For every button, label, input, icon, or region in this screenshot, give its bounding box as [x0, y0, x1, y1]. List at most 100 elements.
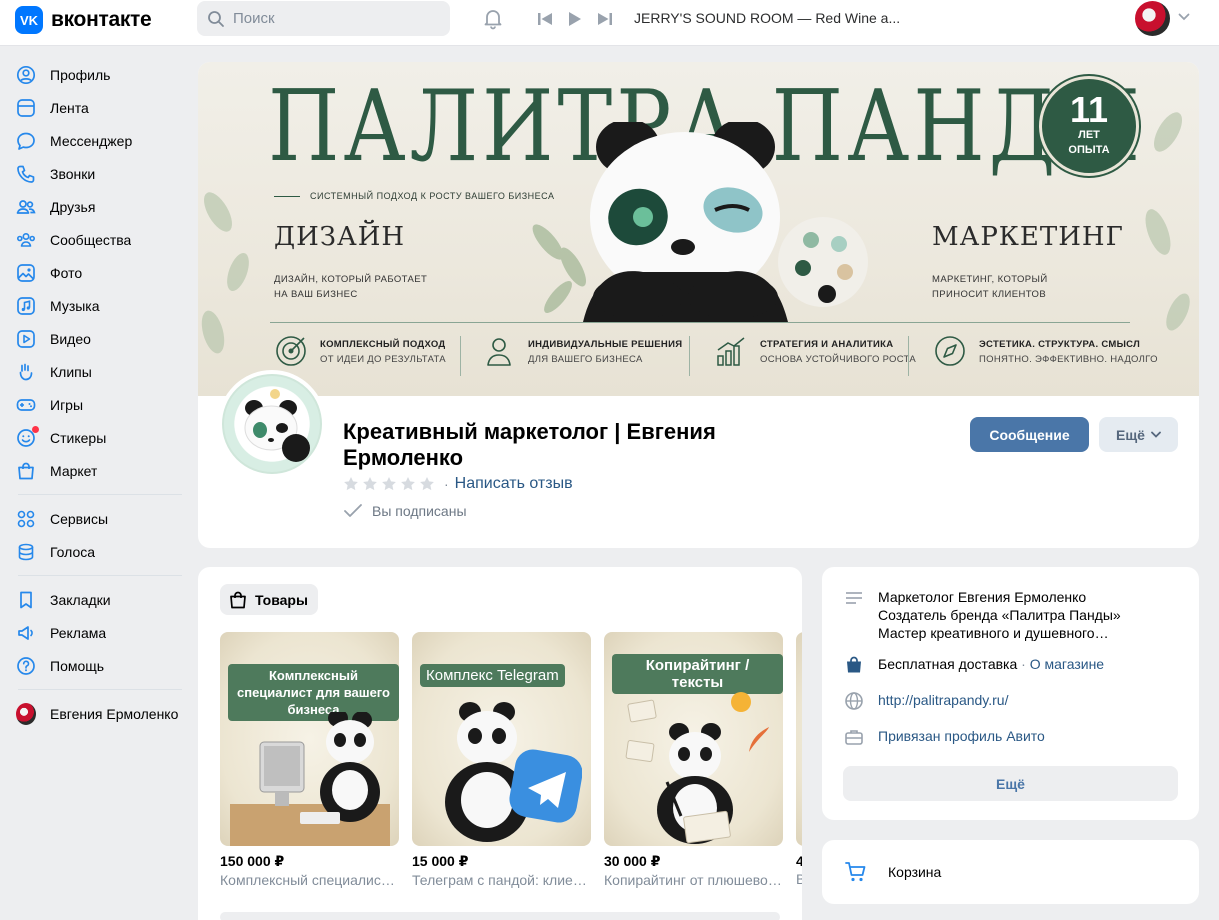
product-card[interactable]: Комплекс Telegram 15 000 ₽ Телеграм с па…	[412, 632, 591, 888]
sidebar-item-help[interactable]: Помощь	[16, 649, 186, 682]
info-delivery-row: Бесплатная доставка · О магазине	[844, 655, 1104, 675]
product-image[interactable]: Копирайтинг / тексты	[604, 632, 783, 846]
briefcase-icon	[845, 730, 863, 745]
chevron-down-icon[interactable]	[1178, 13, 1190, 21]
search-input[interactable]	[233, 10, 433, 27]
person-icon	[487, 338, 511, 366]
left-sidebar: Профиль Лента Мессенджер Звонки Друзья С…	[16, 58, 186, 730]
sidebar-item-communities[interactable]: Сообщества	[16, 223, 186, 256]
panda-illustration	[583, 122, 868, 322]
vk-logo[interactable]: VK вконтакте	[15, 6, 152, 34]
write-review-link[interactable]: Написать отзыв	[455, 475, 573, 493]
star-icon[interactable]	[381, 476, 397, 492]
help-icon	[16, 656, 36, 676]
product-title[interactable]: Комплексный специалист для вашего бизнес…	[220, 872, 399, 888]
cover-subtitle: СИСТЕМНЫЙ ПОДХОД К РОСТУ ВАШЕГО БИЗНЕСА	[274, 191, 554, 201]
services-icon	[16, 509, 36, 529]
clips-icon	[16, 362, 36, 382]
product-card[interactable]: Комплексный специалист для вашего бизнес…	[220, 632, 399, 888]
cart-block[interactable]: Корзина	[822, 840, 1199, 904]
sidebar-item-votes[interactable]: Голоса	[16, 535, 186, 568]
vk-logo-icon: VK	[15, 6, 43, 34]
play-icon[interactable]	[565, 9, 585, 29]
new-badge-dot	[32, 425, 39, 433]
sidebar-item-services[interactable]: Сервисы	[16, 502, 186, 535]
sidebar-item-video[interactable]: Видео	[16, 322, 186, 355]
music-icon	[16, 296, 36, 316]
product-tag: Копирайтинг / тексты	[612, 654, 783, 694]
chevron-down-icon	[1151, 431, 1161, 438]
star-icon[interactable]	[400, 476, 416, 492]
sidebar-item-games[interactable]: Игры	[16, 388, 186, 421]
products-block: Товары Комплексный специалист для вашего…	[198, 567, 802, 920]
avito-profile-link[interactable]: Привязан профиль Авито	[878, 727, 1045, 745]
user-avatar[interactable]	[1135, 1, 1170, 36]
sidebar-item-clips[interactable]: Клипы	[16, 355, 186, 388]
sidebar-item-messenger[interactable]: Мессенджер	[16, 124, 186, 157]
feature-strategy-analytics: СТРАТЕГИЯ И АНАЛИТИКА ОСНОВА УСТОЙЧИВОГО …	[714, 334, 916, 368]
info-about-text: Маркетолог Евгения Ермоленко Создатель б…	[878, 589, 1121, 641]
info-avito-row: Привязан профиль Авито	[844, 727, 1045, 747]
star-icon[interactable]	[419, 476, 435, 492]
profile-header-card: ПАЛИТРА ПАНДЫ СИСТЕМНЫЙ ПОДХОД К РОСТУ В…	[198, 62, 1199, 548]
website-link[interactable]: http://palitrapandy.ru/	[878, 691, 1008, 709]
shopping-bag-icon	[847, 656, 861, 673]
sidebar-item-music[interactable]: Музыка	[16, 289, 186, 322]
feature-divider	[689, 336, 690, 376]
product-card[interactable]: 4 В	[796, 632, 802, 887]
sidebar-item-calls[interactable]: Звонки	[16, 157, 186, 190]
sidebar-item-profile[interactable]: Профиль	[16, 58, 186, 91]
chat-icon	[16, 131, 36, 151]
experience-badge: 11 ЛЕТ ОПЫТА	[1039, 76, 1139, 176]
next-track-icon[interactable]	[595, 9, 615, 29]
message-button[interactable]: Сообщение	[970, 417, 1089, 452]
community-name: Креативный маркетолог | Евгения Ермоленк…	[343, 419, 716, 470]
cover-left-text: ДИЗАЙН, КОТОРЫЙ РАБОТАЕТ НА ВАШ БИЗНЕС	[274, 274, 428, 300]
phone-icon	[16, 164, 36, 184]
notifications-bell-icon[interactable]	[481, 6, 505, 30]
leaves-decoration	[201, 192, 249, 354]
globe-icon	[845, 692, 863, 710]
product-image[interactable]	[796, 632, 802, 846]
now-playing-track[interactable]: JERRY'S SOUND ROOM — Red Wine a...	[634, 10, 900, 26]
sidebar-item-label: Игры	[50, 396, 84, 413]
product-title[interactable]: Копирайтинг от плюшевой панды	[604, 872, 783, 888]
sidebar-item-feed[interactable]: Лента	[16, 91, 186, 124]
sidebar-item-label: Лента	[50, 99, 89, 116]
user-icon	[16, 65, 36, 85]
chart-growth-icon	[717, 337, 745, 366]
info-more-button[interactable]: Ещё	[843, 766, 1178, 801]
sidebar-user-name: Евгения Ермоленко	[50, 705, 179, 722]
sidebar-item-bookmarks[interactable]: Закладки	[16, 583, 186, 616]
rating-stars[interactable]: · Написать отзыв	[343, 475, 573, 493]
previous-track-icon[interactable]	[535, 9, 555, 29]
sidebar-item-stickers[interactable]: Стикеры	[16, 421, 186, 454]
product-title[interactable]: В	[796, 871, 802, 887]
sidebar-item-friends[interactable]: Друзья	[16, 190, 186, 223]
subscribed-status[interactable]: Вы подписаны	[343, 503, 467, 519]
star-icon[interactable]	[343, 476, 359, 492]
sidebar-item-user[interactable]: Евгения Ермоленко	[16, 697, 186, 730]
top-bar: VK вконтакте JERRY'S SOUND ROOM — Red Wi…	[0, 0, 1219, 46]
sidebar-item-ads[interactable]: Реклама	[16, 616, 186, 649]
text-lines-icon	[846, 592, 862, 604]
cover-banner: ПАЛИТРА ПАНДЫ СИСТЕМНЫЙ ПОДХОД К РОСТУ В…	[198, 62, 1199, 396]
product-tag: Комплекс Telegram	[420, 664, 565, 687]
product-image[interactable]: Комплексный специалист для вашего бизнес…	[220, 632, 399, 846]
target-icon	[276, 336, 306, 366]
sidebar-item-photos[interactable]: Фото	[16, 256, 186, 289]
product-card[interactable]: Копирайтинг / тексты 30 000 ₽ Копирайтин…	[604, 632, 783, 888]
search-box[interactable]	[197, 1, 450, 36]
about-shop-link[interactable]: О магазине	[1030, 656, 1104, 672]
product-title[interactable]: Телеграм с пандой: клиенты	[412, 872, 591, 888]
community-avatar[interactable]	[218, 370, 326, 478]
products-scroll-bar[interactable]	[220, 912, 780, 920]
sidebar-item-label: Маркет	[50, 462, 98, 479]
star-icon[interactable]	[362, 476, 378, 492]
products-tab[interactable]: Товары	[220, 584, 318, 615]
product-image[interactable]: Комплекс Telegram	[412, 632, 591, 846]
cover-right-text: МАРКЕТИНГ, КОТОРЫЙ ПРИНОСИТ КЛИЕНТОВ	[932, 274, 1048, 300]
cart-icon	[845, 862, 866, 882]
sidebar-item-market[interactable]: Маркет	[16, 454, 186, 487]
more-actions-button[interactable]: Ещё	[1099, 417, 1178, 452]
